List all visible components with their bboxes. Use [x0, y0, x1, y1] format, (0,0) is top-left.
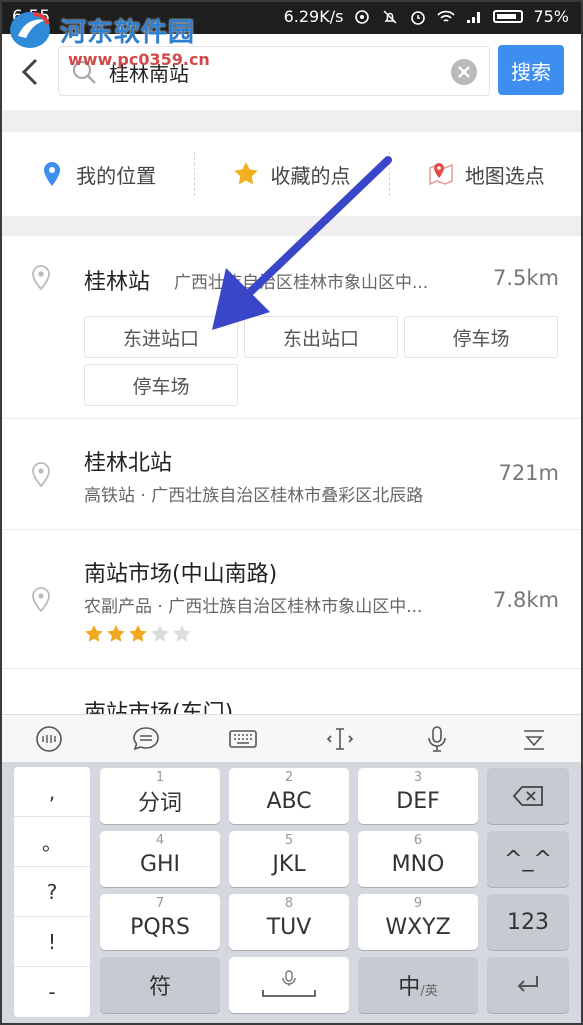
annotation-arrow	[212, 156, 392, 330]
arrow-shaft	[240, 156, 392, 302]
